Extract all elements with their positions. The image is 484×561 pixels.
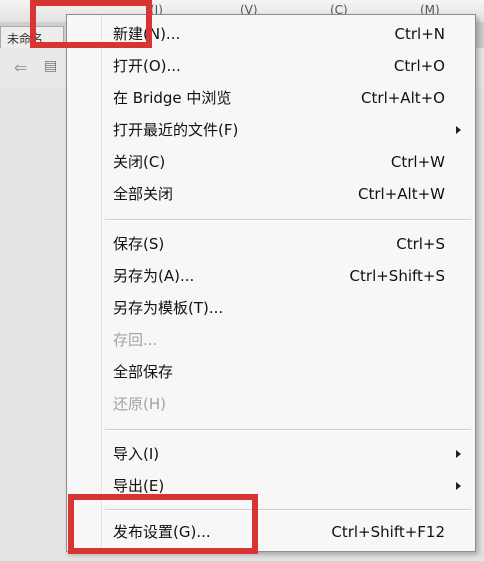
menu-item-save[interactable]: 保存(S) Ctrl+S [67,229,475,259]
scene-icon: ▤ [44,58,58,74]
menu-item-save-all[interactable]: 全部保存 [67,357,475,387]
menu-separator [105,429,471,431]
submenu-arrow-icon [456,126,461,134]
menu-item-close[interactable]: 关闭(C) Ctrl+W [67,147,475,177]
menu-item-save-as[interactable]: 另存为(A)... Ctrl+Shift+S [67,261,475,291]
menu-item-save-as-template[interactable]: 另存为模板(T)... [67,293,475,323]
menu-item-check-in: 存回... [113,331,158,349]
back-arrow-icon[interactable]: ⇐ [14,58,27,77]
highlight-box-publish-settings [68,494,258,554]
menu-item-revert: 还原(H) [113,395,166,413]
menu-item-import[interactable]: 导入(I) [67,439,475,469]
submenu-arrow-icon [456,482,461,490]
menu-separator [105,219,471,221]
file-menu-dropdown: 新建(N)... Ctrl+N 打开(O)... Ctrl+O 在 Bridge… [66,14,476,552]
menu-item-browse-in-bridge[interactable]: 在 Bridge 中浏览 Ctrl+Alt+O [67,83,475,113]
menu-item-open-recent[interactable]: 打开最近的文件(F) [67,115,475,145]
menu-item-open[interactable]: 打开(O)... Ctrl+O [67,51,475,81]
highlight-box-file-menu [30,0,152,48]
menu-item-close-all[interactable]: 全部关闭 Ctrl+Alt+W [67,179,475,209]
submenu-arrow-icon [456,450,461,458]
